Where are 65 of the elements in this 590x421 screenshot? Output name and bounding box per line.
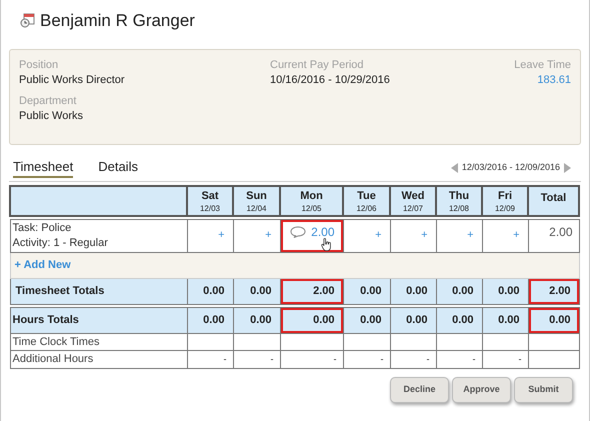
day-header: Sat 12/03: [187, 186, 233, 216]
leave-time-link[interactable]: 183.61: [537, 72, 571, 88]
field-label: Position: [19, 58, 60, 72]
day-header: Fri 12/09: [482, 186, 528, 216]
action-button[interactable]: Submit: [514, 376, 573, 402]
date-range: 12/03/2016 - 12/09/2016: [462, 161, 560, 174]
dash-cell: -: [390, 350, 436, 368]
task-cell: Task: Police Activity: 1 - Regular: [10, 219, 187, 252]
total-value-cell-text: 0.00: [202, 284, 226, 298]
total-value-cell-text: 0.00: [405, 284, 428, 298]
day-header: Sun 12/04: [233, 186, 280, 216]
field-value: Public Works Director: [19, 73, 126, 88]
employee-name: Benjamin R Granger: [40, 10, 195, 32]
row-label: Additional Hours: [10, 350, 187, 368]
pointer-hand-icon: [320, 238, 332, 250]
add-entry-cell[interactable]: +: [436, 220, 482, 252]
add-entry-cell[interactable]: +: [188, 220, 232, 252]
total-value-cell-text: 0.00: [249, 312, 272, 328]
tab[interactable]: Timesheet: [13, 158, 74, 178]
total-header: Total: [528, 186, 579, 216]
total-value-cell-text: 0.00: [359, 284, 382, 298]
field-value: 10/16/2016 - 10/29/2016: [270, 73, 391, 88]
action-button[interactable]: Decline: [390, 376, 449, 402]
day-header: Thu 12/08: [436, 186, 482, 216]
dash-cell: -: [482, 350, 528, 368]
total-value-cell: 0.00: [280, 308, 342, 332]
field-label: Current Pay Period: [270, 58, 365, 72]
add-new-link[interactable]: + Add New: [14, 256, 71, 274]
dash-cell: -: [343, 350, 390, 368]
dash-cell: -: [280, 350, 343, 368]
add-entry-cell[interactable]: +: [390, 220, 436, 252]
total-value-cell: 2.00: [280, 278, 342, 304]
field-value: Public Works: [19, 109, 84, 124]
day-header: Mon 12/05: [280, 186, 343, 216]
totals-label: Timesheet Totals: [10, 278, 187, 304]
total-value-cell: 0.00: [528, 308, 578, 332]
field-label: Leave Time: [514, 58, 571, 72]
row-total-cell: 2.00: [528, 219, 579, 252]
day-header: Wed 12/07: [390, 186, 436, 216]
next-arrow-icon[interactable]: [564, 163, 571, 173]
comment-icon[interactable]: [290, 226, 306, 238]
total-value-cell-text: 0.00: [497, 312, 520, 328]
total-value-cell-text: 0.00: [497, 284, 520, 298]
total-value-cell-text: 0.00: [451, 312, 474, 328]
total-value-cell-text: 0.00: [359, 312, 382, 328]
calendar-clock-icon: [20, 13, 35, 28]
add-entry-cell[interactable]: +: [482, 220, 528, 252]
total-value-cell-text: 0.00: [451, 284, 474, 298]
total-value-cell: 2.00: [528, 278, 578, 304]
dash-cell: -: [436, 350, 482, 368]
total-value-cell-text: 0.00: [202, 312, 226, 328]
total-value-cell-text: 0.00: [249, 284, 272, 298]
field-label: Department: [19, 94, 78, 108]
hours-entry-cell[interactable]: 2.00: [280, 220, 342, 252]
previous-arrow-icon[interactable]: [450, 163, 458, 173]
tab[interactable]: Details: [98, 158, 138, 178]
row-label: Time Clock Times: [10, 333, 187, 350]
day-header: Tue 12/06: [343, 186, 390, 216]
add-entry-cell[interactable]: +: [234, 220, 280, 252]
action-button[interactable]: Approve: [452, 376, 511, 402]
dash-cell: -: [233, 350, 280, 368]
add-entry-cell[interactable]: +: [344, 220, 390, 252]
dash-cell: -: [187, 350, 233, 368]
totals-label: Hours Totals: [10, 307, 187, 333]
total-value-cell-text: 0.00: [405, 312, 428, 328]
